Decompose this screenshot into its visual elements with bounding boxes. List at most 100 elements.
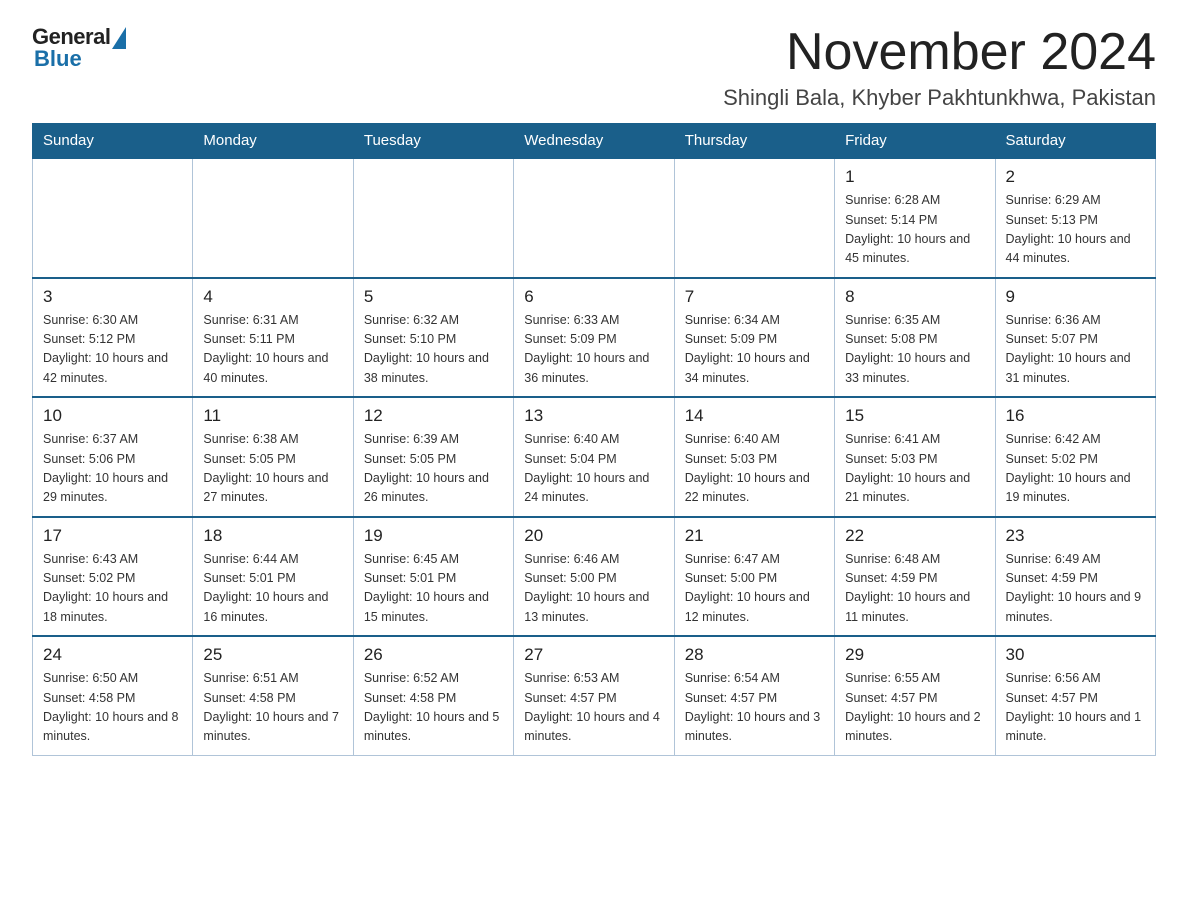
calendar-day-header: Thursday — [674, 124, 834, 159]
calendar-day-header: Saturday — [995, 124, 1155, 159]
calendar-cell: 16 Sunrise: 6:42 AMSunset: 5:02 PMDayligh… — [995, 397, 1155, 517]
calendar-cell: 26 Sunrise: 6:52 AMSunset: 4:58 PMDayligh… — [353, 636, 513, 755]
calendar-cell: 15 Sunrise: 6:41 AMSunset: 5:03 PMDayligh… — [835, 397, 995, 517]
day-number: 12 — [364, 406, 503, 426]
day-info: Sunrise: 6:36 AMSunset: 5:07 PMDaylight:… — [1006, 311, 1145, 389]
day-number: 10 — [43, 406, 182, 426]
day-info: Sunrise: 6:39 AMSunset: 5:05 PMDaylight:… — [364, 430, 503, 508]
day-number: 26 — [364, 645, 503, 665]
calendar-day-header: Friday — [835, 124, 995, 159]
calendar-cell: 29 Sunrise: 6:55 AMSunset: 4:57 PMDayligh… — [835, 636, 995, 755]
day-number: 3 — [43, 287, 182, 307]
day-number: 17 — [43, 526, 182, 546]
day-number: 9 — [1006, 287, 1145, 307]
calendar-cell: 23 Sunrise: 6:49 AMSunset: 4:59 PMDayligh… — [995, 517, 1155, 637]
day-info: Sunrise: 6:56 AMSunset: 4:57 PMDaylight:… — [1006, 669, 1145, 747]
day-number: 2 — [1006, 167, 1145, 187]
day-number: 22 — [845, 526, 984, 546]
month-title: November 2024 — [723, 24, 1156, 81]
day-number: 7 — [685, 287, 824, 307]
calendar-cell: 7 Sunrise: 6:34 AMSunset: 5:09 PMDaylight… — [674, 278, 834, 398]
calendar-cell: 12 Sunrise: 6:39 AMSunset: 5:05 PMDayligh… — [353, 397, 513, 517]
calendar-cell — [514, 158, 674, 278]
calendar-cell: 30 Sunrise: 6:56 AMSunset: 4:57 PMDayligh… — [995, 636, 1155, 755]
day-number: 24 — [43, 645, 182, 665]
day-info: Sunrise: 6:42 AMSunset: 5:02 PMDaylight:… — [1006, 430, 1145, 508]
calendar-cell: 24 Sunrise: 6:50 AMSunset: 4:58 PMDayligh… — [33, 636, 193, 755]
day-info: Sunrise: 6:41 AMSunset: 5:03 PMDaylight:… — [845, 430, 984, 508]
day-number: 15 — [845, 406, 984, 426]
calendar-cell: 21 Sunrise: 6:47 AMSunset: 5:00 PMDayligh… — [674, 517, 834, 637]
day-number: 13 — [524, 406, 663, 426]
day-number: 19 — [364, 526, 503, 546]
day-number: 27 — [524, 645, 663, 665]
day-info: Sunrise: 6:34 AMSunset: 5:09 PMDaylight:… — [685, 311, 824, 389]
calendar-cell: 25 Sunrise: 6:51 AMSunset: 4:58 PMDayligh… — [193, 636, 353, 755]
calendar-cell — [353, 158, 513, 278]
calendar-cell: 2Sunrise: 6:29 AMSunset: 5:13 PMDaylight… — [995, 158, 1155, 278]
logo-blue-text: Blue — [34, 46, 82, 72]
calendar-cell: 1Sunrise: 6:28 AMSunset: 5:14 PMDaylight… — [835, 158, 995, 278]
calendar-cell: 14Sunrise: 6:40 AMSunset: 5:03 PMDayligh… — [674, 397, 834, 517]
day-info: Sunrise: 6:40 AMSunset: 5:04 PMDaylight:… — [524, 430, 663, 508]
day-number: 23 — [1006, 526, 1145, 546]
calendar-cell: 28 Sunrise: 6:54 AMSunset: 4:57 PMDayligh… — [674, 636, 834, 755]
day-info: Sunrise: 6:45 AMSunset: 5:01 PMDaylight:… — [364, 550, 503, 628]
calendar-cell: 4Sunrise: 6:31 AMSunset: 5:11 PMDaylight… — [193, 278, 353, 398]
calendar-cell — [193, 158, 353, 278]
day-info: Sunrise: 6:35 AMSunset: 5:08 PMDaylight:… — [845, 311, 984, 389]
day-number: 28 — [685, 645, 824, 665]
calendar-cell: 5 Sunrise: 6:32 AMSunset: 5:10 PMDaylight… — [353, 278, 513, 398]
day-number: 25 — [203, 645, 342, 665]
day-info: Sunrise: 6:32 AMSunset: 5:10 PMDaylight:… — [364, 311, 503, 389]
calendar-week-row: 3 Sunrise: 6:30 AMSunset: 5:12 PMDaylight… — [33, 278, 1156, 398]
calendar-cell — [33, 158, 193, 278]
calendar-cell: 18Sunrise: 6:44 AMSunset: 5:01 PMDayligh… — [193, 517, 353, 637]
calendar-cell: 22 Sunrise: 6:48 AMSunset: 4:59 PMDayligh… — [835, 517, 995, 637]
day-number: 16 — [1006, 406, 1145, 426]
calendar-day-header: Wednesday — [514, 124, 674, 159]
day-info: Sunrise: 6:43 AMSunset: 5:02 PMDaylight:… — [43, 550, 182, 628]
calendar-week-row: 1Sunrise: 6:28 AMSunset: 5:14 PMDaylight… — [33, 158, 1156, 278]
logo-triangle-icon — [112, 27, 126, 49]
calendar-day-header: Monday — [193, 124, 353, 159]
day-info: Sunrise: 6:46 AMSunset: 5:00 PMDaylight:… — [524, 550, 663, 628]
day-info: Sunrise: 6:31 AMSunset: 5:11 PMDaylight:… — [203, 311, 342, 389]
day-number: 21 — [685, 526, 824, 546]
day-info: Sunrise: 6:53 AMSunset: 4:57 PMDaylight:… — [524, 669, 663, 747]
day-info: Sunrise: 6:28 AMSunset: 5:14 PMDaylight:… — [845, 191, 984, 269]
day-number: 11 — [203, 406, 342, 426]
calendar-cell: 6Sunrise: 6:33 AMSunset: 5:09 PMDaylight… — [514, 278, 674, 398]
day-info: Sunrise: 6:44 AMSunset: 5:01 PMDaylight:… — [203, 550, 342, 628]
calendar-cell: 11 Sunrise: 6:38 AMSunset: 5:05 PMDayligh… — [193, 397, 353, 517]
page-header: General Blue November 2024 Shingli Bala,… — [32, 24, 1156, 111]
day-info: Sunrise: 6:51 AMSunset: 4:58 PMDaylight:… — [203, 669, 342, 747]
day-info: Sunrise: 6:33 AMSunset: 5:09 PMDaylight:… — [524, 311, 663, 389]
calendar-cell: 13 Sunrise: 6:40 AMSunset: 5:04 PMDayligh… — [514, 397, 674, 517]
day-number: 30 — [1006, 645, 1145, 665]
calendar-week-row: 17 Sunrise: 6:43 AMSunset: 5:02 PMDayligh… — [33, 517, 1156, 637]
day-info: Sunrise: 6:50 AMSunset: 4:58 PMDaylight:… — [43, 669, 182, 747]
calendar-week-row: 10Sunrise: 6:37 AMSunset: 5:06 PMDayligh… — [33, 397, 1156, 517]
calendar-cell — [674, 158, 834, 278]
day-info: Sunrise: 6:54 AMSunset: 4:57 PMDaylight:… — [685, 669, 824, 747]
day-info: Sunrise: 6:48 AMSunset: 4:59 PMDaylight:… — [845, 550, 984, 628]
calendar-cell: 9 Sunrise: 6:36 AMSunset: 5:07 PMDaylight… — [995, 278, 1155, 398]
day-number: 29 — [845, 645, 984, 665]
calendar-table: SundayMondayTuesdayWednesdayThursdayFrid… — [32, 123, 1156, 756]
calendar-cell: 20Sunrise: 6:46 AMSunset: 5:00 PMDayligh… — [514, 517, 674, 637]
calendar-cell: 8Sunrise: 6:35 AMSunset: 5:08 PMDaylight… — [835, 278, 995, 398]
day-info: Sunrise: 6:52 AMSunset: 4:58 PMDaylight:… — [364, 669, 503, 747]
calendar-header-row: SundayMondayTuesdayWednesdayThursdayFrid… — [33, 124, 1156, 159]
title-block: November 2024 Shingli Bala, Khyber Pakht… — [723, 24, 1156, 111]
calendar-day-header: Sunday — [33, 124, 193, 159]
day-info: Sunrise: 6:55 AMSunset: 4:57 PMDaylight:… — [845, 669, 984, 747]
day-info: Sunrise: 6:30 AMSunset: 5:12 PMDaylight:… — [43, 311, 182, 389]
day-info: Sunrise: 6:47 AMSunset: 5:00 PMDaylight:… — [685, 550, 824, 628]
calendar-cell: 10Sunrise: 6:37 AMSunset: 5:06 PMDayligh… — [33, 397, 193, 517]
logo: General Blue — [32, 24, 126, 72]
calendar-week-row: 24 Sunrise: 6:50 AMSunset: 4:58 PMDayligh… — [33, 636, 1156, 755]
day-info: Sunrise: 6:49 AMSunset: 4:59 PMDaylight:… — [1006, 550, 1145, 628]
day-number: 5 — [364, 287, 503, 307]
day-info: Sunrise: 6:38 AMSunset: 5:05 PMDaylight:… — [203, 430, 342, 508]
